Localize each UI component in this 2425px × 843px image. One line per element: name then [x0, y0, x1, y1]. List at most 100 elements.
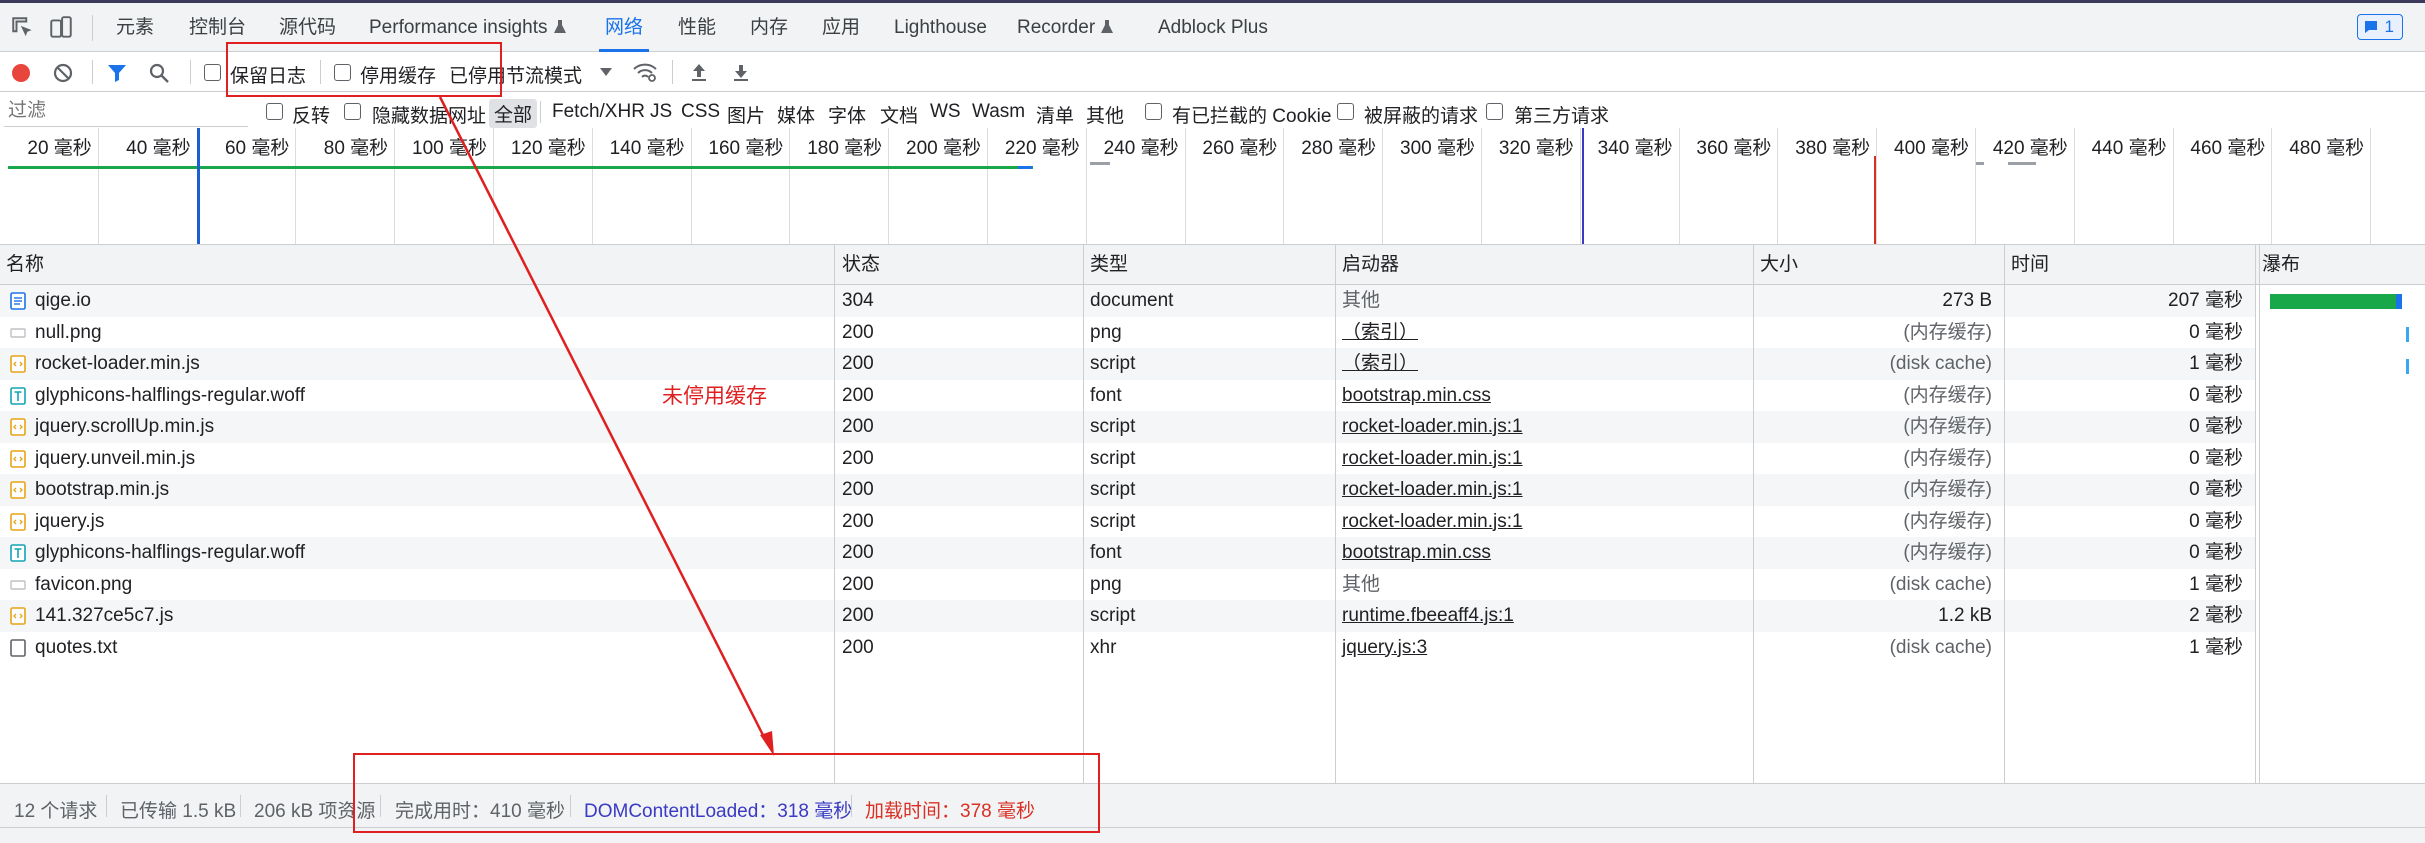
table-row[interactable]: jquery.scrollUp.min.js 200 script rocket-lo… [0, 411, 2256, 443]
table-row[interactable]: null.png 200 png （索引） (内存缓存) 0 毫秒 [0, 316, 2256, 349]
request-initiator[interactable]: jquery.js:3 [1336, 632, 1754, 664]
table-row[interactable]: glyphicons-halflings-regular.woff 200 font… [0, 537, 2256, 569]
request-name[interactable]: glyphicons-halflings-regular.woff [0, 537, 830, 569]
issues-badge[interactable]: 1 [2357, 14, 2403, 40]
column-header-size[interactable]: 大小 [1754, 245, 1798, 285]
summary-bar: 12 个请求 已传输 1.5 kB 206 kB 项资源 完成用时：410 毫秒… [0, 783, 2425, 827]
table-row[interactable]: jquery.js 200 script rocket-loader.min.js:1… [0, 505, 2256, 538]
column-divider [2255, 245, 2256, 783]
third-party-checkbox[interactable] [1486, 103, 1503, 120]
timeline-tick: 260 毫秒 [1186, 128, 1285, 244]
network-conditions-icon[interactable] [632, 60, 658, 84]
hide-data-urls-checkbox[interactable] [344, 103, 361, 120]
tab-lighthouse[interactable]: Lighthouse [894, 3, 987, 52]
request-name[interactable]: jquery.js [0, 506, 830, 538]
request-type: png [1090, 321, 1122, 343]
timeline-tick-label: 40 毫秒 [126, 138, 191, 159]
request-initiator[interactable]: bootstrap.min.css [1336, 380, 1754, 412]
request-name[interactable]: jquery.scrollUp.min.js [0, 411, 830, 443]
filter-icon[interactable] [106, 62, 128, 84]
filter-type-doc[interactable]: 文档 [880, 101, 918, 128]
timeline-tick-label: 420 毫秒 [1992, 138, 2068, 159]
filter-type-other[interactable]: 其他 [1086, 101, 1124, 128]
request-name[interactable]: quotes.txt [0, 632, 830, 664]
blocked-requests-checkbox[interactable] [1337, 103, 1354, 120]
filter-type-media[interactable]: 媒体 [777, 101, 815, 128]
tab-performance-insights[interactable]: Performance insights [369, 3, 567, 52]
filter-type-css[interactable]: CSS [681, 101, 720, 123]
request-name[interactable]: 141.327ce5c7.js [0, 600, 830, 632]
request-initiator[interactable]: rocket-loader.min.js:1 [1336, 411, 1754, 443]
filter-type-img[interactable]: 图片 [727, 101, 765, 128]
request-initiator[interactable]: rocket-loader.min.js:1 [1336, 506, 1754, 538]
timeline-tick: 440 毫秒 [2075, 128, 2174, 244]
image-icon [10, 327, 26, 338]
preserve-log-checkbox[interactable] [204, 64, 221, 81]
request-initiator[interactable]: bootstrap.min.css [1336, 537, 1754, 569]
filter-type-js[interactable]: JS [650, 101, 672, 123]
filter-type-ws[interactable]: WS [930, 101, 961, 123]
record-icon[interactable] [10, 62, 32, 84]
export-har-icon[interactable] [730, 61, 752, 83]
tab-memory[interactable]: 内存 [750, 3, 788, 52]
table-row[interactable]: jquery.unveil.min.js 200 script rocket-load… [0, 442, 2256, 475]
divider [540, 101, 541, 123]
import-har-icon[interactable] [688, 61, 710, 83]
filter-type-all[interactable]: 全部 [489, 99, 538, 128]
request-name[interactable]: qige.io [0, 285, 830, 317]
table-row[interactable]: glyphicons-halflings-regular.woff 200 font… [0, 379, 2256, 412]
column-header-type[interactable]: 类型 [1084, 245, 1128, 285]
resources-size: 206 kB 项资源 [254, 801, 376, 822]
filter-input[interactable] [4, 96, 248, 127]
column-header-initiator[interactable]: 启动器 [1336, 245, 1399, 285]
tab-console[interactable]: 控制台 [189, 3, 246, 52]
request-name[interactable]: bootstrap.min.js [0, 474, 830, 506]
tab-recorder[interactable]: Recorder [1017, 3, 1114, 52]
table-row[interactable]: rocket-loader.min.js 200 script （索引） (disk c… [0, 348, 2256, 380]
request-initiator[interactable]: rocket-loader.min.js:1 [1336, 443, 1754, 475]
request-name[interactable]: favicon.png [0, 569, 830, 601]
column-header-status[interactable]: 状态 [836, 245, 880, 285]
tab-application[interactable]: 应用 [822, 3, 860, 52]
column-header-time[interactable]: 时间 [2005, 245, 2049, 285]
request-name[interactable]: jquery.unveil.min.js [0, 443, 830, 475]
tab-adblock-plus[interactable]: Adblock Plus [1158, 3, 1268, 52]
column-header-waterfall[interactable]: 瀑布 [2256, 245, 2300, 285]
blocked-cookies-label: 有已拦截的 Cookie [1172, 106, 1332, 127]
disable-cache-checkbox[interactable] [334, 64, 351, 81]
filter-type-font[interactable]: 字体 [828, 101, 866, 128]
request-initiator[interactable]: （索引） [1336, 348, 1754, 380]
request-initiator[interactable]: rocket-loader.min.js:1 [1336, 474, 1754, 506]
timeline-tick-label: 360 毫秒 [1696, 138, 1772, 159]
request-name[interactable]: rocket-loader.min.js [0, 348, 830, 380]
invert-checkbox[interactable] [266, 103, 283, 120]
request-initiator[interactable]: runtime.fbeeaff4.js:1 [1336, 600, 1754, 632]
request-initiator[interactable]: （索引） [1336, 317, 1754, 349]
table-row[interactable]: qige.io 304 document 其他 273 B 207 毫秒 [0, 285, 2256, 317]
tab-sources[interactable]: 源代码 [279, 3, 336, 52]
table-row[interactable]: bootstrap.min.js 200 script rocket-loader.m… [0, 474, 2256, 506]
request-type: script [1090, 447, 1136, 469]
tab-network[interactable]: 网络 [598, 3, 650, 52]
clear-icon[interactable] [52, 62, 74, 84]
device-toolbar-icon[interactable] [48, 15, 74, 41]
chevron-down-icon[interactable] [600, 67, 612, 77]
filter-type-manifest[interactable]: 清单 [1036, 101, 1074, 128]
filter-type-fetch-xhr[interactable]: Fetch/XHR [552, 101, 645, 123]
throttling-select[interactable]: 已停用节流模式 [449, 61, 582, 88]
overview-timeline[interactable]: 20 毫秒 40 毫秒 60 毫秒 80 毫秒 100 毫秒 120 毫秒 140 毫秒 16… [0, 128, 2425, 245]
inspect-element-icon[interactable] [10, 15, 36, 41]
request-name-label: null.png [35, 321, 102, 343]
request-name[interactable]: null.png [0, 317, 830, 349]
tab-elements[interactable]: 元素 [116, 3, 154, 52]
script-icon [10, 418, 26, 436]
blocked-cookies-checkbox[interactable] [1145, 103, 1162, 120]
timeline-tick-label: 160 毫秒 [708, 138, 784, 159]
tab-performance[interactable]: 性能 [678, 3, 716, 52]
search-icon[interactable] [148, 62, 170, 84]
table-row[interactable]: quotes.txt 200 xhr jquery.js:3 (disk cache) 1… [0, 631, 2256, 664]
table-row[interactable]: favicon.png 200 png 其他 (disk cache) 1 毫秒 [0, 568, 2256, 601]
column-header-name[interactable]: 名称 [0, 245, 44, 285]
filter-type-wasm[interactable]: Wasm [972, 101, 1025, 123]
table-row[interactable]: 141.327ce5c7.js 200 script runtime.fbeeaff4… [0, 600, 2256, 632]
